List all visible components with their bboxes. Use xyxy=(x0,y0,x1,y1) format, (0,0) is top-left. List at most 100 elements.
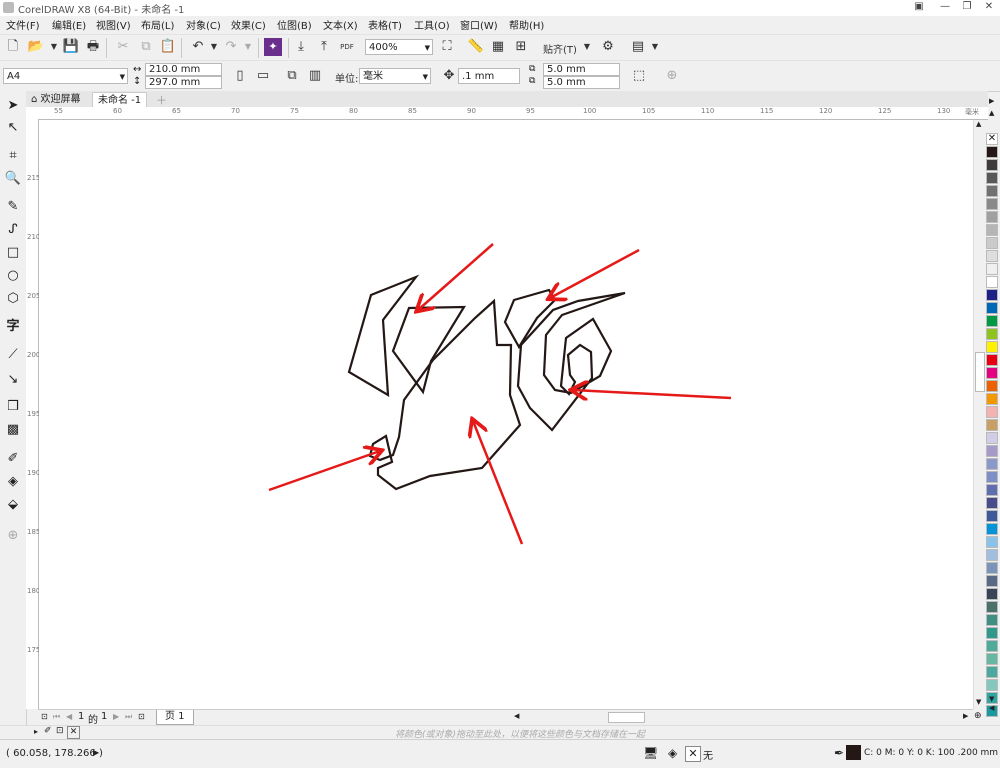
close-button[interactable]: ✕ xyxy=(978,0,1000,14)
chevron-down-icon[interactable]: ▼ xyxy=(425,40,430,56)
color-swatch[interactable] xyxy=(986,393,998,405)
palette-scroll-down-icon[interactable]: ▼ xyxy=(989,695,994,703)
parallel-dimension-icon[interactable]: ⟋ xyxy=(4,346,22,364)
account-icon[interactable]: ▣ xyxy=(908,0,930,14)
color-swatch[interactable] xyxy=(986,575,998,587)
color-proof-icon[interactable]: 🖥 xyxy=(643,746,658,760)
vertical-ruler[interactable]: 215 210 205 200 195 190 185 180 175 xyxy=(26,119,40,709)
color-swatch[interactable] xyxy=(986,289,998,301)
new-document-icon[interactable]: 🗋 xyxy=(4,38,22,56)
menu-table[interactable]: 表格(T) xyxy=(368,17,402,32)
outline-color-swatch[interactable] xyxy=(846,745,861,760)
color-swatch[interactable] xyxy=(986,276,998,288)
zoom-tool-icon[interactable]: 🔍 xyxy=(4,170,22,188)
add-icon[interactable]: ⊕ xyxy=(663,67,681,85)
shape-tool-icon[interactable]: ↖ xyxy=(4,119,22,137)
color-swatch[interactable] xyxy=(986,458,998,470)
pick-tool-icon[interactable]: ➤ xyxy=(4,97,22,115)
color-swatch[interactable] xyxy=(986,523,998,535)
status-expand-icon[interactable]: ▶ xyxy=(93,748,99,757)
current-page-icon[interactable]: ▥ xyxy=(306,67,324,85)
restore-button[interactable]: ❐ xyxy=(956,0,978,14)
chevron-down-icon[interactable]: ▼ xyxy=(423,69,428,85)
nudge-distance-field[interactable]: .1 mm xyxy=(458,68,520,84)
treat-as-filled-icon[interactable]: ⬚ xyxy=(630,67,648,85)
palette-expand-icon[interactable]: ◀ xyxy=(989,704,994,712)
new-tab-icon[interactable]: ＋ xyxy=(156,92,167,108)
menu-bitmaps[interactable]: 位图(B) xyxy=(277,17,312,32)
add-page-icon[interactable]: ⊡ xyxy=(138,712,145,721)
dock-options-icon[interactable]: ⊡ xyxy=(56,726,64,736)
zoom-corner-icon[interactable]: ⊕ xyxy=(974,711,982,721)
redo-dropdown-icon[interactable]: ▼ xyxy=(239,38,257,56)
connector-tool-icon[interactable]: ↘ xyxy=(4,371,22,389)
cut-icon[interactable]: ✂ xyxy=(114,38,132,56)
minimize-button[interactable]: — xyxy=(934,0,956,14)
color-swatch[interactable] xyxy=(986,510,998,522)
dock-eyedropper-icon[interactable]: ✐ xyxy=(44,726,52,736)
drawn-shape-right-hook[interactable] xyxy=(503,288,557,350)
smart-fill-icon[interactable]: ⬙ xyxy=(4,496,22,514)
drawn-shape-spiral[interactable] xyxy=(516,291,626,432)
menu-window[interactable]: 窗口(W) xyxy=(460,17,498,32)
color-swatch[interactable] xyxy=(986,172,998,184)
polygon-tool-icon[interactable]: ⬡ xyxy=(4,290,22,308)
export-icon[interactable]: ⤒ xyxy=(315,38,333,56)
color-swatch[interactable] xyxy=(986,445,998,457)
color-swatch[interactable] xyxy=(986,315,998,327)
transparency-tool-icon[interactable]: ▩ xyxy=(4,421,22,439)
units-select[interactable]: 毫米 ▼ xyxy=(359,68,431,84)
drawn-shape-left-blade[interactable] xyxy=(347,274,420,398)
color-swatch[interactable] xyxy=(986,601,998,613)
page-width-field[interactable]: 210.0 mm xyxy=(145,63,222,76)
color-swatch[interactable] xyxy=(986,367,998,379)
prev-page-icon[interactable]: ◀ xyxy=(66,712,72,721)
color-swatch[interactable] xyxy=(986,237,998,249)
fill-none-swatch[interactable]: ✕ xyxy=(685,746,701,762)
full-screen-icon[interactable]: ⛶ xyxy=(438,38,456,56)
color-swatch[interactable] xyxy=(986,614,998,626)
color-swatch[interactable] xyxy=(986,653,998,665)
snap-dropdown-icon[interactable]: ▼ xyxy=(578,38,596,56)
color-swatch[interactable] xyxy=(986,562,998,574)
vertical-scrollbar[interactable]: ▲ ▼ xyxy=(973,120,987,709)
next-page-icon[interactable]: ▶ xyxy=(113,712,119,721)
color-swatch[interactable] xyxy=(986,302,998,314)
chevron-down-icon[interactable]: ▼ xyxy=(120,69,125,85)
color-swatch[interactable] xyxy=(986,419,998,431)
color-swatch[interactable] xyxy=(986,354,998,366)
tab-welcome-screen[interactable]: ⌂ 欢迎屏幕 xyxy=(26,92,86,107)
redo-icon[interactable]: ↷ xyxy=(222,38,240,56)
duplicate-y-field[interactable]: 5.0 mm xyxy=(543,76,620,89)
import-icon[interactable]: ⤓ xyxy=(292,38,310,56)
color-swatch[interactable] xyxy=(986,549,998,561)
zoom-level-field[interactable]: 400% ▼ xyxy=(365,39,433,55)
color-swatch[interactable] xyxy=(986,146,998,158)
horizontal-scroll-thumb[interactable] xyxy=(608,712,645,723)
snap-to-menu[interactable]: 贴齐(T) xyxy=(543,41,577,56)
menu-file[interactable]: 文件(F) xyxy=(6,17,40,32)
menu-object[interactable]: 对象(C) xyxy=(186,17,221,32)
color-swatch[interactable] xyxy=(986,224,998,236)
color-swatch[interactable] xyxy=(986,406,998,418)
eyedropper-icon[interactable]: ✐ xyxy=(4,450,22,468)
menu-view[interactable]: 视图(V) xyxy=(96,17,131,32)
freehand-tool-icon[interactable]: ✎ xyxy=(4,198,22,216)
menu-effects[interactable]: 效果(C) xyxy=(231,17,266,32)
launcher-dropdown-icon[interactable]: ▼ xyxy=(646,38,664,56)
color-swatch[interactable] xyxy=(986,666,998,678)
color-swatch[interactable] xyxy=(986,497,998,509)
first-page-icon[interactable]: ⏮ xyxy=(53,712,60,722)
vertical-scroll-thumb[interactable] xyxy=(975,352,985,392)
palette-scroll-up-icon[interactable]: ▲ xyxy=(989,109,994,117)
show-grid-icon[interactable]: ▦ xyxy=(489,38,507,56)
open-icon[interactable]: 📂 xyxy=(27,38,45,56)
color-swatch[interactable] xyxy=(986,328,998,340)
save-icon[interactable]: 💾 xyxy=(62,38,80,56)
menu-layout[interactable]: 布局(L) xyxy=(141,17,174,32)
dock-no-color-swatch[interactable]: ✕ xyxy=(67,726,80,739)
color-swatch[interactable] xyxy=(986,627,998,639)
paste-icon[interactable]: 📋 xyxy=(159,38,177,56)
color-swatch[interactable] xyxy=(986,588,998,600)
color-swatch[interactable] xyxy=(986,250,998,262)
